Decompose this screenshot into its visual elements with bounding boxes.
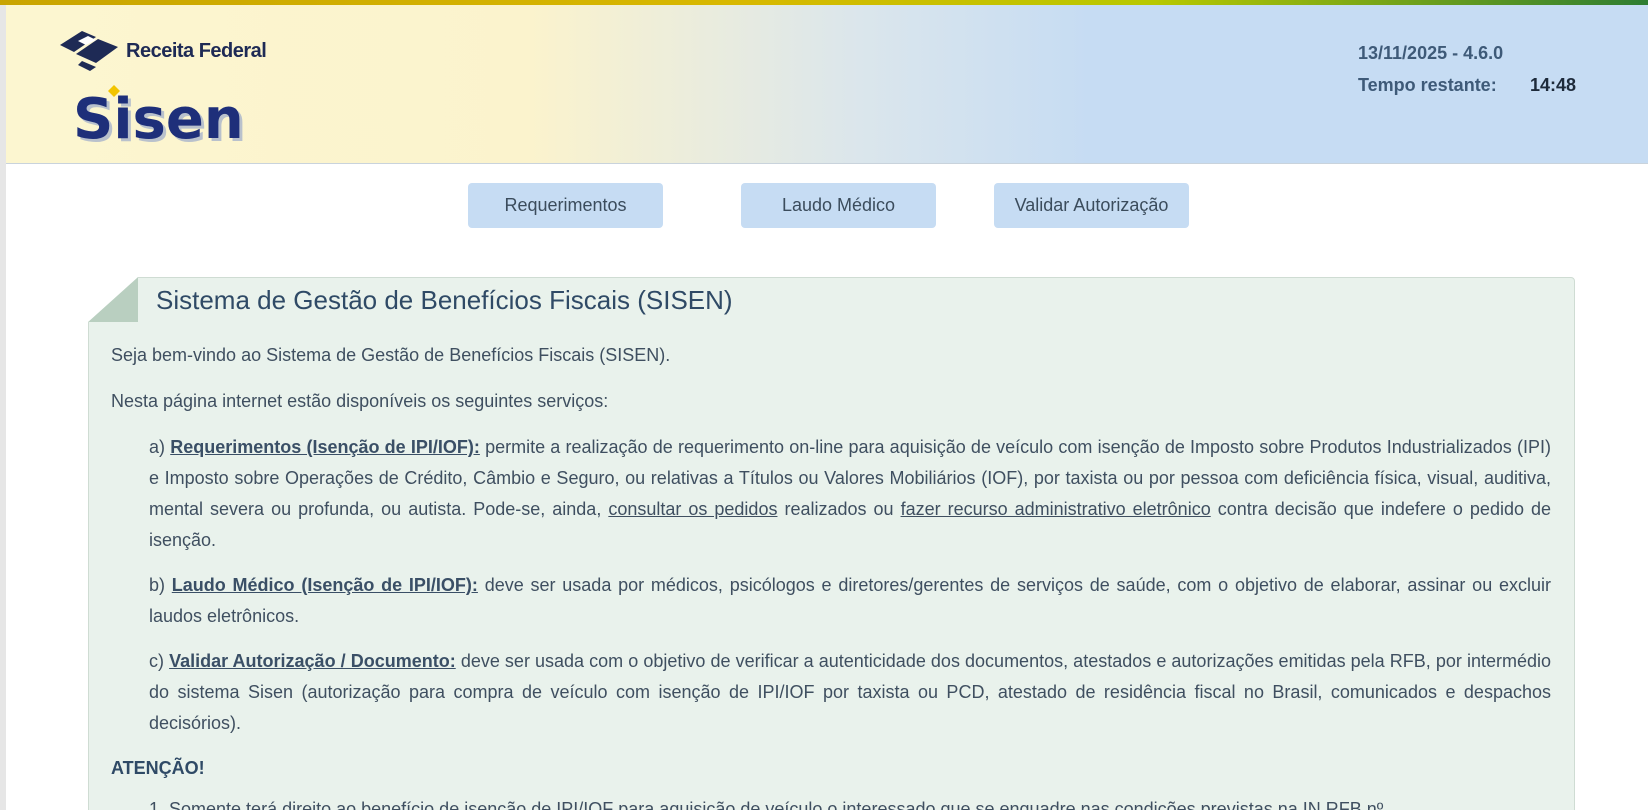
service-link-laudo-medico[interactable]: Laudo Médico (Isenção de IPI/IOF):: [172, 575, 478, 595]
nav-button-requerimentos[interactable]: Requerimentos: [468, 183, 663, 228]
service-link-validar-autorizacao[interactable]: Validar Autorização / Documento:: [169, 651, 456, 671]
sisen-logo: Sisen Sisen: [73, 85, 247, 155]
sisen-logo-text: Sisen: [73, 87, 244, 152]
panel-corner-fold: [88, 277, 138, 322]
service-item-laudo: b) Laudo Médico (Isenção de IPI/IOF): de…: [111, 570, 1551, 632]
attention-heading: ATENÇÃO!: [111, 758, 205, 778]
service-text: realizados ou: [777, 499, 901, 519]
service-prefix: b): [149, 575, 172, 595]
nav-button-validar-autorizacao[interactable]: Validar Autorização: [994, 183, 1189, 228]
nav-button-laudo-medico[interactable]: Laudo Médico: [741, 183, 936, 228]
services-intro: Nesta página internet estão disponíveis …: [111, 391, 609, 411]
service-item-requerimentos: a) Requerimentos (Isenção de IPI/IOF): p…: [111, 432, 1551, 556]
panel-title: Sistema de Gestão de Benefícios Fiscais …: [156, 285, 733, 315]
service-link-requerimentos[interactable]: Requerimentos (Isenção de IPI/IOF):: [170, 437, 480, 457]
consultar-pedidos-link[interactable]: consultar os pedidos: [608, 499, 777, 519]
welcome-text: Seja bem-vindo ao Sistema de Gestão de B…: [111, 345, 671, 365]
recurso-administrativo-link[interactable]: fazer recurso administrativo eletrônico: [901, 499, 1211, 519]
brand-name: Receita Federal: [126, 39, 267, 62]
receita-federal-logo-icon: [60, 31, 118, 71]
attention-item-1: 1. Somente terá direito ao benefício de …: [149, 799, 1384, 810]
session-timer-label: Tempo restante:: [1358, 75, 1497, 95]
app-version: 13/11/2025 - 4.6.0: [1358, 43, 1504, 63]
session-timer-value: 14:48: [1530, 75, 1577, 95]
page-header: Receita Federal Sisen Sisen 13/11/2025 -…: [6, 5, 1648, 164]
service-prefix: c): [149, 651, 170, 671]
receita-federal-logo: Receita Federal: [56, 27, 267, 73]
panel-body: Seja bem-vindo ao Sistema de Gestão de B…: [111, 340, 1551, 810]
service-item-validar: c) Validar Autorização / Documento: deve…: [111, 646, 1551, 739]
service-prefix: a): [149, 437, 171, 457]
